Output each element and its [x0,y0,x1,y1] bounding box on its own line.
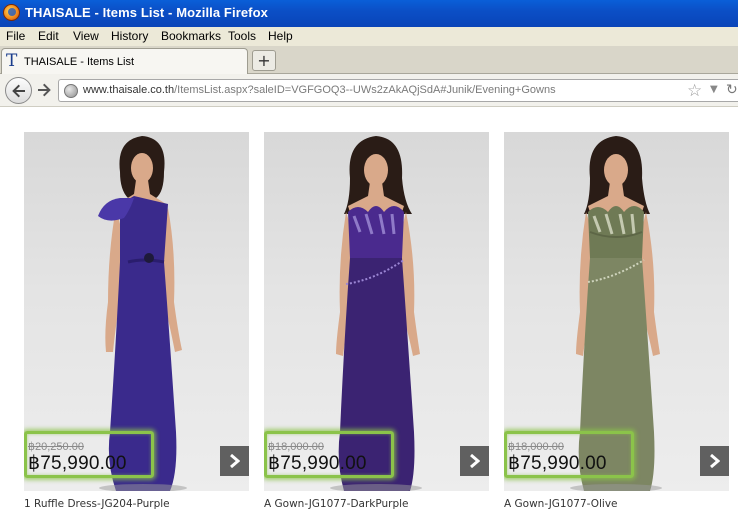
forward-button[interactable] [36,82,54,99]
sale-price: ฿75,990.00 [28,453,127,474]
next-image-button[interactable] [220,446,249,476]
chevron-right-icon [230,454,240,468]
navigation-bar: www.thaisale.co.th/ItemsList.aspx?saleID… [0,74,738,107]
chevron-right-icon [710,454,720,468]
product-name[interactable]: A Gown-JG1077-Olive [504,498,618,510]
address-bar[interactable]: www.thaisale.co.th/ItemsList.aspx?saleID… [58,79,738,102]
next-image-button[interactable] [700,446,729,476]
back-button[interactable] [5,77,32,104]
menu-file[interactable]: File [6,29,25,43]
tab-label: THAISALE - Items List [24,56,135,68]
menu-tools[interactable]: Tools [228,29,256,43]
next-image-button[interactable] [460,446,489,476]
site-favicon-icon: T [6,51,18,71]
forward-arrow-icon [38,83,51,97]
window-titlebar: THAISALE - Items List - Mozilla Firefox [0,0,738,27]
tab-strip: T THAISALE - Items List + [0,46,738,74]
menu-edit[interactable]: Edit [38,29,59,43]
url-text[interactable]: www.thaisale.co.th/ItemsList.aspx?saleID… [83,84,556,96]
product-card[interactable]: ฿18,000.00 ฿75,990.00 A Gown-JG1077-Oliv… [504,132,729,510]
new-tab-button[interactable]: + [252,50,276,71]
product-image[interactable]: ฿18,000.00 ฿75,990.00 [504,132,729,491]
product-card[interactable]: ฿20,250.00 ฿75,990.00 1 Ruffle Dress-JG2… [24,132,249,510]
site-identity-icon[interactable] [64,84,78,98]
product-name[interactable]: A Gown-JG1077-DarkPurple [264,498,409,510]
menu-bookmarks[interactable]: Bookmarks [161,29,221,43]
product-card[interactable]: ฿18,000.00 ฿75,990.00 A Gown-JG1077-Dark… [264,132,489,510]
sale-price: ฿75,990.00 [268,453,367,474]
menu-bar: File Edit View History Bookmarks Tools H… [0,27,738,46]
product-image[interactable]: ฿18,000.00 ฿75,990.00 [264,132,489,491]
product-name[interactable]: 1 Ruffle Dress-JG204-Purple [24,498,170,510]
reload-icon[interactable]: ↻ [726,82,738,98]
back-arrow-icon [12,84,25,98]
sale-price: ฿75,990.00 [508,453,607,474]
menu-help[interactable]: Help [268,29,293,43]
chevron-right-icon [470,454,480,468]
window-title: THAISALE - Items List - Mozilla Firefox [25,5,268,20]
url-dropdown-icon[interactable]: ▼ [710,84,718,95]
bookmark-star-icon[interactable]: ☆ [687,81,702,101]
page-content: ฿20,250.00 ฿75,990.00 1 Ruffle Dress-JG2… [0,108,738,524]
product-image[interactable]: ฿20,250.00 ฿75,990.00 [24,132,249,491]
menu-history[interactable]: History [111,29,148,43]
menu-view[interactable]: View [73,29,99,43]
tab-items-list[interactable]: T THAISALE - Items List [1,48,248,74]
firefox-icon [3,4,20,21]
